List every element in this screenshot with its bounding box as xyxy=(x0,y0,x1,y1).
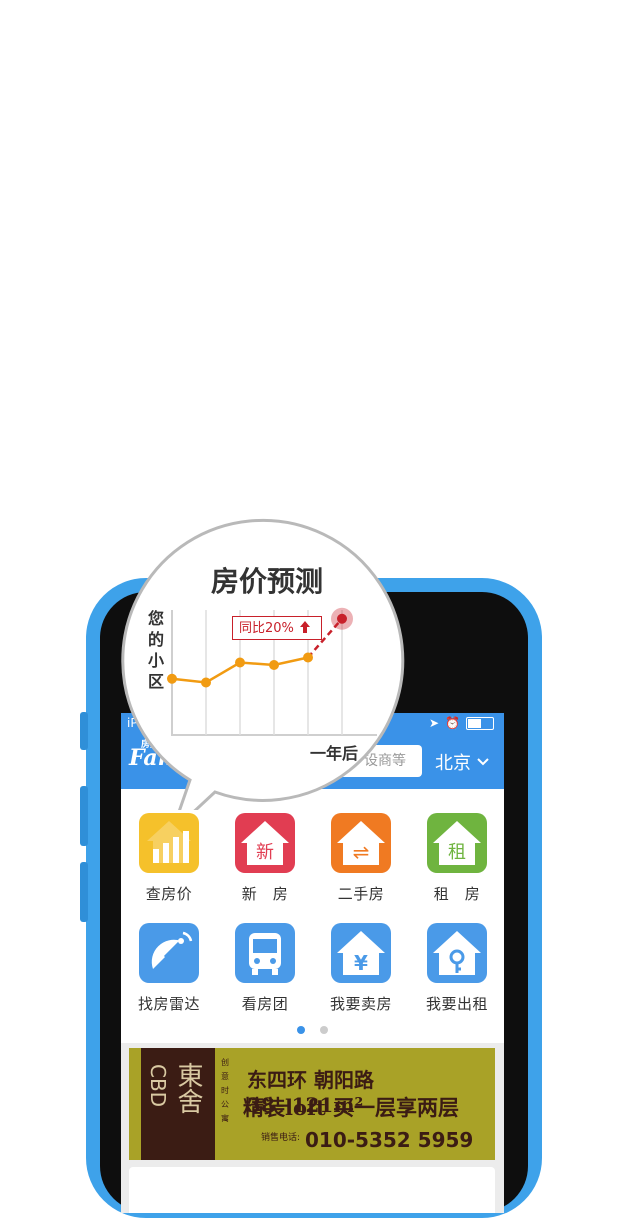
banner-vertical-text: 创意时公寓 xyxy=(221,1058,229,1123)
new-house-label: 新 房 xyxy=(241,885,289,903)
volume-up-button xyxy=(80,786,88,846)
yen-house-icon: ¥ xyxy=(331,923,391,983)
city-selector[interactable]: 北京 xyxy=(435,749,489,775)
viewing-group-button[interactable]: 看房团 xyxy=(217,923,313,1014)
svg-text:租: 租 xyxy=(448,842,466,863)
page-dot-active[interactable] xyxy=(296,1026,305,1034)
find-radar-label: 找房雷达 xyxy=(137,995,200,1013)
sell-house-label: 我要卖房 xyxy=(329,995,392,1013)
search-input[interactable]: 设商等 xyxy=(187,745,422,777)
banner-cbd-text: CBD xyxy=(146,1064,170,1108)
exchange-house-icon: ⇌ xyxy=(331,813,391,873)
callout-title: 房价预测 xyxy=(210,565,323,598)
rent-house-label: 租 房 xyxy=(433,885,481,903)
battery-icon xyxy=(466,716,494,730)
x-axis-label: 一年后 xyxy=(310,744,359,763)
location-arrow-icon: ➤ xyxy=(428,716,440,730)
svg-text:⇌: ⇌ xyxy=(353,840,370,864)
fang-logo[interactable]: 房天 Fang xyxy=(129,740,189,771)
new-house-button[interactable]: 新 新 房 xyxy=(217,813,313,904)
radar-dish-icon xyxy=(139,923,199,983)
banner-phone-label: 销售电话: xyxy=(261,1133,301,1143)
alarm-icon: ⏰ xyxy=(445,716,460,730)
svg-text:新: 新 xyxy=(256,842,274,863)
next-card xyxy=(129,1167,495,1213)
chart-house-icon xyxy=(139,813,199,873)
banner-phone: 010-5352 5959 xyxy=(305,1128,474,1152)
rent-house-button[interactable]: 租 租 房 xyxy=(409,813,504,904)
status-bar: iPo ➤ ⏰ xyxy=(121,713,504,735)
second-hand-label: 二手房 xyxy=(337,885,385,903)
menu-panel: 查房价 新 新 房 ⇌ 二手房 租 租 房 找房雷达 看房团 ¥ 我要卖房 我要… xyxy=(121,789,504,1043)
city-label: 北京 xyxy=(435,753,471,774)
page-dot[interactable] xyxy=(320,1026,329,1034)
chevron-down-icon xyxy=(477,758,489,766)
phone-screen: iPo ➤ ⏰ 房天 Fang 设商等 北京 查房价 新 新 房 ⇌ 二手房 租… xyxy=(121,713,504,1213)
volume-down-button xyxy=(80,862,88,922)
bus-icon xyxy=(235,923,295,983)
check-price-label: 查房价 xyxy=(145,885,193,903)
check-price-button[interactable]: 查房价 xyxy=(121,813,217,904)
rent-out-label: 我要出租 xyxy=(425,995,488,1013)
second-hand-button[interactable]: ⇌ 二手房 xyxy=(313,813,409,904)
key-house-icon xyxy=(427,923,487,983)
y-axis-label: 您的小区 xyxy=(147,609,164,691)
yoy-tag: 同比20% xyxy=(232,616,322,640)
carrier-label: iPo xyxy=(127,716,145,730)
find-radar-button[interactable]: 找房雷达 xyxy=(121,923,217,1014)
arrow-up-icon xyxy=(300,621,311,633)
rent-out-button[interactable]: 我要出租 xyxy=(409,923,504,1014)
ad-banner[interactable]: CBD 東舍 创意时公寓 东四环 朝阳路 38−121m² 精装loft 买一层… xyxy=(129,1048,495,1160)
banner-line2: 精装loft 买一层享两层 xyxy=(243,1095,460,1120)
mute-switch xyxy=(80,712,88,750)
banner-logo-chars: 東舍 xyxy=(173,1062,203,1114)
viewing-group-label: 看房团 xyxy=(241,995,289,1013)
sell-house-button[interactable]: ¥ 我要卖房 xyxy=(313,923,409,1014)
page-indicator[interactable] xyxy=(121,1019,504,1038)
svg-text:¥: ¥ xyxy=(354,951,368,975)
new-house-icon: 新 xyxy=(235,813,295,873)
yoy-tag-text: 同比20% xyxy=(239,621,294,636)
rent-house-icon: 租 xyxy=(427,813,487,873)
